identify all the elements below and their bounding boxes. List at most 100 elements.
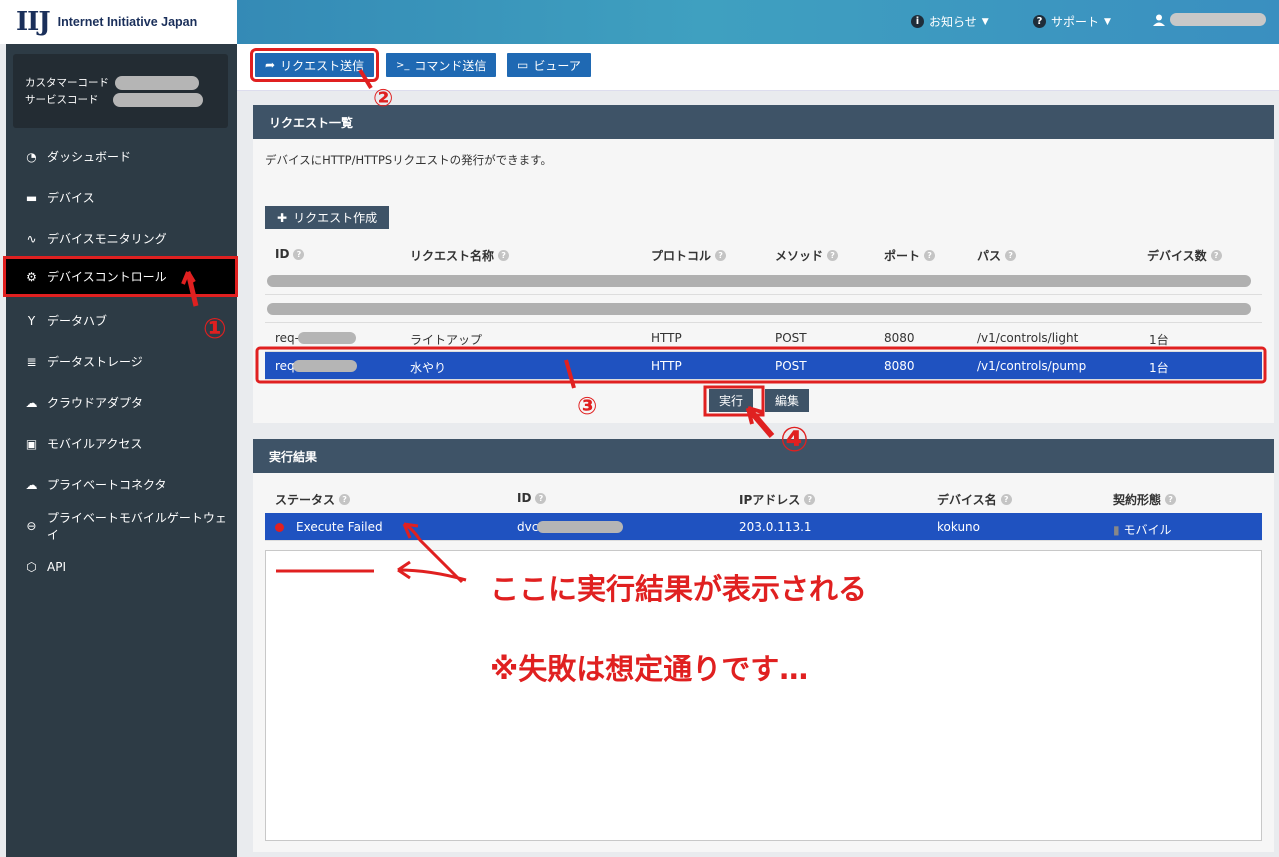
user-menu[interactable] [1153, 13, 1266, 26]
annotation-note-1: ここに実行結果が表示される [490, 572, 868, 606]
logo-mark: IIJ [16, 7, 51, 37]
chevron-down-icon: ▼ [981, 16, 989, 27]
service-code-redacted [112, 92, 203, 107]
column-header-id[interactable]: ID? [517, 491, 547, 505]
table-row-redacted[interactable] [265, 295, 1262, 323]
cell-id: req [275, 359, 295, 373]
logo[interactable]: IIJ Internet Initiative Japan [0, 0, 237, 44]
help-icon[interactable]: ? [339, 494, 351, 505]
sidebar-item-private-connector[interactable]: ☁ プライベートコネクタ [6, 464, 237, 505]
table-row[interactable]: req- ライトアップ HTTP POST 8080 /v1/controls/… [265, 324, 1262, 352]
annotation-note-2: ※失敗は想定通りです… [490, 652, 809, 686]
sidebar-item-device-monitoring[interactable]: ∿ デバイスモニタリング [6, 218, 237, 259]
table-row-selected[interactable]: req 水やり HTTP POST 8080 /v1/controls/pump… [265, 352, 1262, 380]
chevron-down-icon: ▼ [1104, 16, 1111, 27]
dashboard-icon: ◔ [26, 149, 37, 164]
support-menu[interactable]: ? サポート ▼ [1033, 13, 1111, 30]
monitor-icon: ▭ [517, 58, 529, 72]
help-icon[interactable]: ? [924, 250, 936, 261]
help-icon[interactable]: ? [1005, 250, 1017, 261]
column-header-id[interactable]: ID? [275, 247, 305, 261]
help-icon[interactable]: ? [498, 250, 510, 261]
request-table: ID? リクエスト名称? プロトコル? メソッド? ポート? パス? デバイス数… [265, 241, 1262, 391]
request-send-label: リクエスト送信 [280, 58, 365, 73]
api-icon: ⬡ [26, 559, 37, 574]
service-code-label: サービスコード [25, 94, 99, 106]
terminal-icon: >_ [396, 59, 410, 71]
help-icon[interactable]: ? [827, 250, 839, 261]
column-header-port[interactable]: ポート? [884, 247, 936, 264]
cell-method: POST [775, 331, 807, 345]
device-icon: ▬ [25, 190, 38, 205]
id-redacted [537, 521, 623, 533]
run-button[interactable]: 実行 [709, 389, 754, 412]
create-request-button[interactable]: ✚ リクエスト作成 [265, 206, 390, 229]
help-icon[interactable]: ? [1000, 494, 1012, 505]
sidebar-item-label: クラウドアダプタ [47, 396, 144, 410]
sidebar-item-label: デバイスモニタリング [47, 232, 167, 246]
logo-text: Internet Initiative Japan [57, 15, 198, 29]
column-header-ip[interactable]: IPアドレス? [739, 491, 816, 508]
cell-device-count: 1台 [1149, 333, 1169, 347]
sidebar-item-mobile-access[interactable]: ▣ モバイルアクセス [6, 423, 237, 464]
cloud-connector-icon: ☁ [25, 477, 38, 492]
edit-button[interactable]: 編集 [765, 389, 810, 412]
cell-protocol: HTTP [651, 359, 682, 373]
viewer-button[interactable]: ▭ ビューア [507, 53, 591, 77]
column-header-contract[interactable]: 契約形態? [1113, 491, 1177, 508]
user-name-redacted [1170, 13, 1266, 26]
column-header-device-count[interactable]: デバイス数? [1147, 247, 1222, 264]
sim-icon: ▣ [25, 436, 38, 451]
sidebar-item-label: API [47, 559, 66, 574]
sidebar-item-label: データハブ [47, 314, 108, 328]
result-row-selected[interactable]: Execute Failed dvc 203.0.113.1 kokuno ▮ … [265, 513, 1262, 541]
help-icon[interactable]: ? [1165, 494, 1177, 505]
cell-id: req- [275, 331, 299, 345]
cell-device-name: kokuno [937, 520, 980, 534]
pulse-icon: ∿ [26, 231, 37, 246]
column-header-protocol[interactable]: プロトコル? [651, 247, 727, 264]
status-text: Execute Failed [296, 520, 383, 534]
redacted-row-bar [267, 275, 1251, 287]
notice-menu[interactable]: i お知らせ ▼ [911, 13, 989, 30]
sidebar-item-dashboard[interactable]: ◔ ダッシュボード [6, 136, 237, 177]
sidebar-item-data-storage[interactable]: ≣ データストレージ [6, 341, 237, 382]
sidebar-item-device[interactable]: ▬ デバイス [6, 177, 237, 218]
annotation-step-4: ④ [780, 420, 809, 460]
column-header-name[interactable]: リクエスト名称? [410, 247, 510, 264]
sidebar-item-label: プライベートモバイルゲートウェイ [46, 510, 227, 542]
help-icon[interactable]: ? [293, 248, 305, 260]
id-redacted [298, 332, 356, 344]
cell-id: dvc [517, 520, 539, 534]
cell-method: POST [775, 359, 807, 373]
request-send-button[interactable]: ➦ リクエスト送信 [249, 48, 380, 82]
redacted-row-bar [267, 303, 1251, 315]
sidebar-item-api[interactable]: ⬡ API [6, 546, 237, 587]
column-header-device-name[interactable]: デバイス名? [937, 491, 1012, 508]
share-icon: ➦ [265, 58, 276, 72]
info-icon: i [911, 15, 924, 28]
top-header: IIJ Internet Initiative Japan i お知らせ ▼ ?… [0, 0, 1279, 44]
table-row-redacted[interactable] [265, 267, 1262, 295]
request-description: デバイスにHTTP/HTTPSリクエストの発行ができます。 [265, 153, 553, 167]
annotation-step-2: ② [373, 84, 394, 112]
cell-path: /v1/controls/pump [977, 359, 1087, 373]
cell-name: ライトアップ [410, 333, 483, 347]
help-icon[interactable]: ? [535, 492, 547, 504]
cell-protocol: HTTP [651, 331, 682, 345]
sidebar-item-device-control[interactable]: ⚙ デバイスコントロール [3, 256, 238, 297]
help-icon[interactable]: ? [804, 494, 816, 505]
sidebar-item-cloud-adapter[interactable]: ☁ クラウドアダプタ [6, 382, 237, 423]
sidebar: カスタマーコード サービスコード ◔ ダッシュボード ▬ デバイス ∿ デバイス… [3, 44, 238, 857]
column-header-status[interactable]: ステータス? [275, 491, 351, 508]
sidebar-item-label: デバイスコントロール [47, 270, 167, 284]
help-icon[interactable]: ? [1210, 250, 1222, 261]
notice-label: お知らせ [929, 15, 977, 29]
help-icon[interactable]: ? [715, 250, 727, 261]
cell-status: Execute Failed [275, 520, 383, 534]
command-send-button[interactable]: >_ コマンド送信 [386, 53, 497, 77]
sidebar-item-private-mobile-gateway[interactable]: ⊖ プライベートモバイルゲートウェイ [6, 505, 237, 546]
column-header-method[interactable]: メソッド? [775, 247, 839, 264]
create-request-label: リクエスト作成 [293, 211, 378, 225]
column-header-path[interactable]: パス? [977, 247, 1017, 264]
